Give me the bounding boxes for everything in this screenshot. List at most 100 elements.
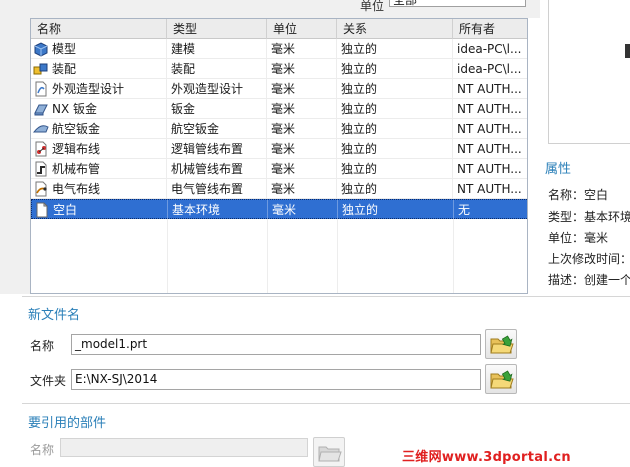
unit-filter-dropdown[interactable]: 全部 [389,0,526,7]
cell-name: 外观造型设计 [31,79,167,99]
cell-relation: 独立的 [337,39,453,59]
table-row[interactable]: 装配 装配 毫米 独立的 idea-PC\l... [31,59,527,79]
cell-type: 逻辑管线布置 [167,139,267,159]
browse-name-button[interactable] [485,329,517,359]
cell-relation-text: 独立的 [341,82,378,96]
cell-type-text: 外观造型设计 [171,82,244,96]
column-header-relation[interactable]: 关系 [337,19,453,39]
cell-type-text: 航空钣金 [171,122,220,136]
property-unit-label: 单位： [548,231,585,245]
folder-label: 文件夹 [30,374,67,388]
cell-relation: 独立的 [338,200,454,220]
cell-name: 逻辑布线 [31,139,167,159]
assembly-icon [33,61,49,77]
cell-name: 装配 [31,59,167,79]
table-row[interactable]: NX 钣金 钣金 毫米 独立的 NT AUTH... [31,99,527,119]
cell-unit-text: 毫米 [271,62,296,76]
cell-name-text: NX 钣金 [52,102,98,116]
cell-owner-text: NT AUTH... [457,182,522,196]
table-row[interactable]: 逻辑布线 逻辑管线布置 毫米 独立的 NT AUTH... [31,139,527,159]
section-divider [22,296,630,297]
filename-label: 名称 [30,339,55,353]
cell-unit-text: 毫米 [271,102,296,116]
column-header-unit[interactable]: 单位 [267,19,337,39]
cell-owner: NT AUTH... [453,179,527,199]
template-preview [548,0,630,144]
cell-owner: NT AUTH... [453,119,527,139]
cell-name: NX 钣金 [31,99,167,119]
table-row[interactable]: 空白 基本环境 毫米 独立的 无 [31,199,527,220]
cell-type: 基本环境 [168,200,268,220]
new-filename-title: 新文件名 [28,308,81,323]
cell-name-text: 空白 [53,203,78,217]
cell-type: 外观造型设计 [167,79,267,99]
cell-unit: 毫米 [267,139,337,159]
cell-unit-text: 毫米 [271,142,296,156]
cell-name-text: 装配 [52,62,77,76]
table-row[interactable]: 机械布管 机械管线布置 毫米 独立的 NT AUTH... [31,159,527,179]
table-row[interactable]: 航空钣金 航空钣金 毫米 独立的 NT AUTH... [31,119,527,139]
table-row[interactable]: 模型 建模 毫米 独立的 idea-PC\l... [31,39,527,59]
unit-filter-label: 单位 [360,0,385,13]
cell-relation-text: 独立的 [341,122,378,136]
cell-owner: NT AUTH... [453,79,527,99]
blank-page-icon [34,202,50,218]
mechanical-routing-icon [33,161,49,177]
cell-unit: 毫米 [267,119,337,139]
browse-folder-button[interactable] [485,364,517,394]
cell-owner: idea-PC\l... [453,39,527,59]
cell-unit-text: 毫米 [271,162,296,176]
electrical-routing-icon [33,181,49,197]
cell-name-text: 外观造型设计 [52,82,125,96]
column-header-owner[interactable]: 所有者 [453,19,527,39]
watermark: 三维网www.3dportal.cn [402,450,571,465]
property-desc-value: 创建一个 [584,273,630,287]
cell-name-text: 航空钣金 [52,122,101,136]
cell-relation-text: 独立的 [341,182,378,196]
property-type-value: 基本环境 [584,210,630,224]
cell-owner: NT AUTH... [453,159,527,179]
cell-owner-text: NT AUTH... [457,142,522,156]
cell-unit-text: 毫米 [271,122,296,136]
cell-name-text: 电气布线 [52,182,101,196]
cell-type-text: 钣金 [171,102,196,116]
cell-type-text: 装配 [171,62,196,76]
preview-image [625,44,630,58]
column-header-type[interactable]: 类型 [167,19,267,39]
property-desc-label: 描述： [548,273,585,287]
cell-relation: 独立的 [337,79,453,99]
cell-owner-text: NT AUTH... [457,82,522,96]
cell-unit: 毫米 [268,200,338,220]
cell-owner-text: NT AUTH... [457,162,522,176]
grid-line [453,219,454,293]
cell-owner: 无 [454,200,527,220]
column-header-name[interactable]: 名称 [31,19,167,39]
referenced-name-input [60,438,308,457]
filter-strip: 单位 全部 [0,0,540,18]
folder-input[interactable]: E:\NX-SJ\2014 [71,369,481,390]
cell-name: 空白 [32,200,168,220]
cell-type: 航空钣金 [167,119,267,139]
property-description: 描述：创建一个 [548,271,630,288]
cell-relation: 独立的 [337,99,453,119]
property-name-label: 名称： [548,188,585,202]
cell-name: 机械布管 [31,159,167,179]
cell-unit-text: 毫米 [271,182,296,196]
open-folder-icon [490,335,514,354]
cell-owner-text: NT AUTH... [457,102,522,116]
table-row[interactable]: 外观造型设计 外观造型设计 毫米 独立的 NT AUTH... [31,79,527,99]
cell-relation: 独立的 [337,159,453,179]
property-unit-value: 毫米 [584,231,609,245]
filename-input[interactable]: _model1.prt [71,334,481,355]
cell-relation-text: 独立的 [341,42,378,56]
folder-icon [318,446,342,462]
table-row[interactable]: 电气布线 电气管线布置 毫米 独立的 NT AUTH... [31,179,527,199]
cell-unit: 毫米 [267,59,337,79]
cell-owner: NT AUTH... [453,99,527,119]
template-table[interactable]: 名称 类型 单位 关系 所有者 模型 建模 毫米 独立的 idea-PC\l... 装配装… [30,18,528,294]
cell-relation-text: 独立的 [341,142,378,156]
grid-line [337,219,338,293]
property-name: 名称：空白 [548,186,608,203]
cell-owner-text: idea-PC\l... [457,62,522,76]
grid-line [267,219,268,293]
